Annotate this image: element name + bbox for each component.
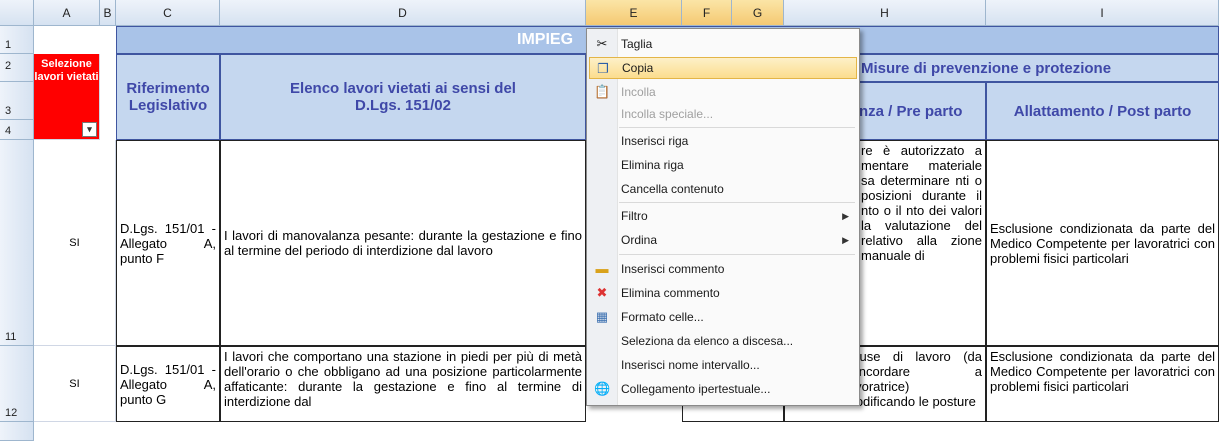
menu-item-inserisci-commento[interactable]: ▬ Inserisci commento	[589, 258, 857, 280]
comment-delete-icon: ✖	[596, 285, 608, 300]
column-header-b[interactable]: B	[100, 0, 116, 26]
misure-header-text: Misure di prevenzione e protezione	[861, 59, 1112, 77]
context-menu: ✂ Taglia ❐ Copia 📋 Incolla Incolla speci…	[586, 28, 860, 406]
menu-item-taglia[interactable]: ✂ Taglia	[589, 33, 857, 55]
comment-insert-icon: ▬	[595, 261, 609, 276]
allattamento-value: Esclusione condizionata da parte del Med…	[990, 349, 1215, 394]
submenu-arrow-icon: ▶	[842, 211, 849, 221]
preparto-header-text: nza / Pre parto	[859, 102, 963, 120]
riferimento-cell-row-12[interactable]: D.Lgs. 151/01 - Allegato A, punto G	[116, 346, 220, 422]
menu-item-elimina-riga[interactable]: Elimina riga	[589, 154, 857, 176]
menu-item-seleziona-elenco[interactable]: Seleziona da elenco a discesa...	[589, 330, 857, 352]
selezione-header-cell[interactable]: Selezione lavori vietati ▾	[34, 54, 100, 140]
allattamento-header-text: Allattamento / Post parto	[1013, 102, 1192, 120]
riferimento-header-text: Riferimento Legislativo	[126, 80, 210, 114]
elenco-cell-row-12[interactable]: I lavori che comportano una stazione in …	[220, 346, 586, 422]
column-header-g[interactable]: G	[732, 0, 784, 26]
menu-item-filtro[interactable]: Filtro ▶	[589, 205, 857, 227]
column-header-h[interactable]: H	[784, 0, 986, 26]
elenco-value: I lavori di manovalanza pesante: durante…	[224, 228, 582, 258]
paste-icon: 📋	[594, 84, 611, 99]
row-header-4[interactable]: 4	[0, 120, 34, 140]
selezione-value: SI	[69, 236, 80, 249]
menu-item-incolla[interactable]: 📋 Incolla	[589, 81, 857, 103]
format-cells-icon: ▦	[595, 309, 609, 324]
column-header-d[interactable]: D	[220, 0, 586, 26]
riferimento-header-cell[interactable]: Riferimento Legislativo	[116, 54, 220, 140]
column-header-a[interactable]: A	[34, 0, 100, 26]
hyperlink-icon: 🌐	[594, 381, 611, 396]
selezione-cell-row-12[interactable]: SI	[34, 346, 116, 422]
column-header-i[interactable]: I	[986, 0, 1219, 26]
preparto-value: re è autorizzato a mentare materiale sa …	[861, 143, 982, 263]
column-header-f[interactable]: F	[682, 0, 732, 26]
selezione-value: SI	[69, 377, 80, 390]
selezione-cell-row-11[interactable]: SI	[34, 140, 116, 346]
allattamento-header-cell[interactable]: Allattamento / Post parto	[986, 82, 1219, 140]
copy-icon: ❐	[597, 61, 609, 76]
menu-item-inserisci-riga[interactable]: Inserisci riga	[589, 130, 857, 152]
menu-item-copia[interactable]: ❐ Copia	[589, 57, 857, 79]
row-header-2[interactable]: 2	[0, 54, 34, 82]
row-header-1[interactable]: 1	[0, 26, 34, 54]
riferimento-value: D.Lgs. 151/01 - Allegato A, punto G	[120, 361, 216, 407]
menu-separator	[619, 254, 855, 255]
filter-dropdown-icon[interactable]: ▾	[82, 122, 97, 137]
selezione-header-text: Selezione lavori vietati	[34, 58, 99, 83]
row-header-12[interactable]: 12	[0, 346, 34, 422]
menu-item-collegamento[interactable]: 🌐 Collegamento ipertestuale...	[589, 378, 857, 400]
menu-item-formato-celle[interactable]: ▦ Formato celle...	[589, 306, 857, 328]
row-header-3[interactable]: 3	[0, 82, 34, 120]
elenco-header-cell[interactable]: Elenco lavori vietati ai sensi del D.Lgs…	[220, 54, 586, 140]
allattamento-value: Esclusione condizionata da parte del Med…	[990, 220, 1215, 266]
menu-item-incolla-speciale[interactable]: Incolla speciale...	[589, 103, 857, 125]
preparto-value: pause di lavoro (da concordare a lavorat…	[845, 349, 982, 409]
title-text: IMPIEG	[517, 31, 574, 48]
riferimento-cell-row-11[interactable]: D.Lgs. 151/01 - Allegato A, punto F	[116, 140, 220, 346]
menu-item-cancella-contenuto[interactable]: Cancella contenuto	[589, 178, 857, 200]
select-all-corner[interactable]	[0, 0, 34, 26]
elenco-cell-row-11[interactable]: I lavori di manovalanza pesante: durante…	[220, 140, 586, 346]
elenco-header-text: Elenco lavori vietati ai sensi del D.Lgs…	[290, 80, 516, 114]
menu-separator	[619, 127, 855, 128]
row-header-11[interactable]: 11	[0, 140, 34, 346]
menu-item-elimina-commento[interactable]: ✖ Elimina commento	[589, 282, 857, 304]
submenu-arrow-icon: ▶	[842, 235, 849, 245]
menu-item-ordina[interactable]: Ordina ▶	[589, 229, 857, 251]
row-header-next[interactable]	[0, 422, 34, 441]
elenco-value: I lavori che comportano una stazione in …	[224, 349, 582, 409]
riferimento-value: D.Lgs. 151/01 - Allegato A, punto F	[120, 220, 216, 266]
scissors-icon: ✂	[596, 36, 608, 51]
allattamento-cell-row-11[interactable]: Esclusione condizionata da parte del Med…	[986, 140, 1219, 346]
allattamento-cell-row-12[interactable]: Esclusione condizionata da parte del Med…	[986, 346, 1219, 422]
menu-item-inserisci-nome-intervallo[interactable]: Inserisci nome intervallo...	[589, 354, 857, 376]
column-header-e[interactable]: E	[586, 0, 682, 26]
column-header-c[interactable]: C	[116, 0, 220, 26]
menu-separator	[619, 202, 855, 203]
